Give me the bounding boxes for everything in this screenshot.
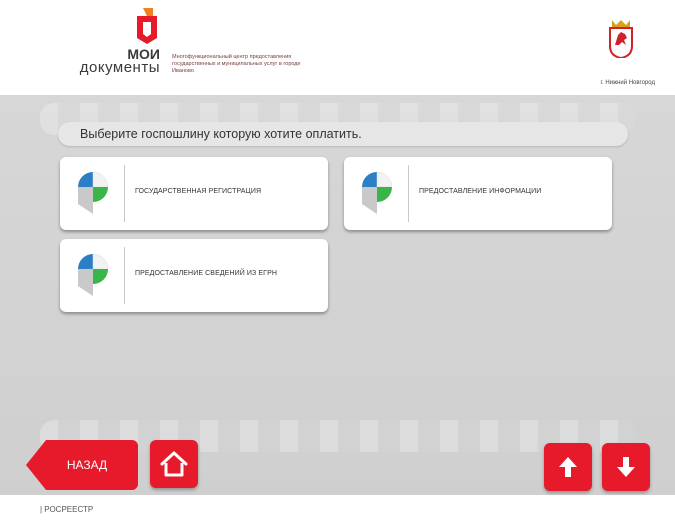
rosreestr-logo-icon — [78, 253, 109, 296]
arrow-down-icon — [617, 457, 635, 477]
home-icon — [160, 451, 188, 477]
rosreestr-logo-icon — [362, 171, 393, 214]
tile-separator — [124, 247, 125, 304]
scroll-down-button[interactable] — [602, 443, 650, 491]
mfc-description: Многофункциональный центр предоставления… — [172, 54, 301, 74]
city-label: г. Нижний Новгород — [600, 80, 655, 86]
tile-label: ПРЕДОСТАВЛЕНИЕ ИНФОРМАЦИИ — [419, 188, 542, 195]
moi-dokumenty-logo-icon — [137, 8, 157, 44]
prompt-text: Выберите госпошлину которую хотите оплат… — [80, 127, 362, 141]
tile-label: ГОСУДАРСТВЕННАЯ РЕГИСТРАЦИЯ — [135, 188, 262, 195]
rosreestr-logo-icon — [78, 171, 109, 214]
tile-information[interactable]: ПРЕДОСТАВЛЕНИЕ ИНФОРМАЦИИ — [344, 157, 612, 230]
footer-rosreestr: | РОСРЕЕСТР — [40, 505, 94, 514]
logo-line2: документы — [79, 59, 160, 76]
tile-state-registration[interactable]: ГОСУДАРСТВЕННАЯ РЕГИСТРАЦИЯ — [60, 157, 328, 230]
tile-separator — [408, 165, 409, 222]
tile-separator — [124, 165, 125, 222]
logo-wordmark: МОИ документы — [50, 47, 160, 80]
scroll-up-button[interactable] — [544, 443, 592, 491]
back-button-label: НАЗАД — [66, 458, 108, 472]
tile-egrn-info[interactable]: ПРЕДОСТАВЛЕНИЕ СВЕДЕНИЙ ИЗ ЕГРН — [60, 239, 328, 312]
home-button[interactable] — [150, 440, 198, 488]
arrow-up-icon — [559, 457, 577, 477]
header: МОИ документы Многофункциональный центр … — [0, 0, 675, 95]
tile-label: ПРЕДОСТАВЛЕНИЕ СВЕДЕНИЙ ИЗ ЕГРН — [135, 270, 277, 277]
prompt-bar: Выберите госпошлину которую хотите оплат… — [58, 122, 628, 146]
back-button[interactable]: НАЗАД — [26, 440, 138, 490]
coat-of-arms-icon — [609, 20, 633, 58]
